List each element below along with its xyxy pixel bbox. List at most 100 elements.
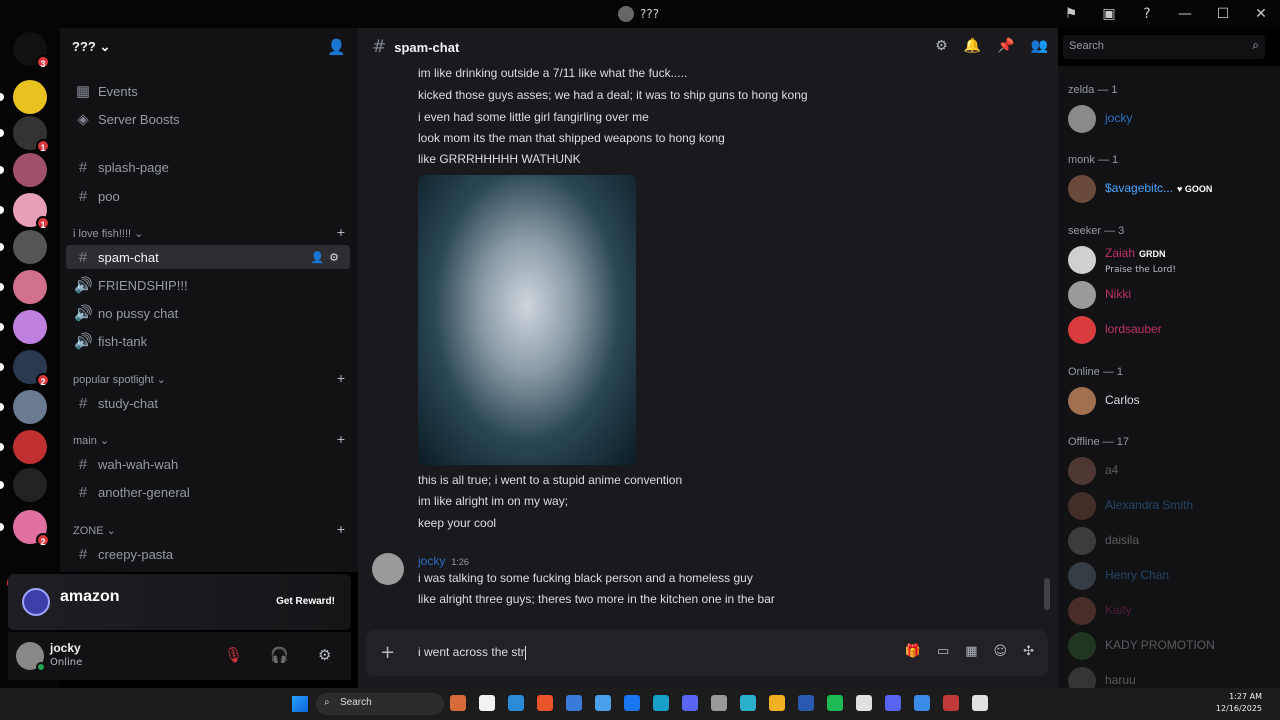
gif-icon[interactable]: ▭ <box>937 644 949 659</box>
add-channel-icon[interactable]: + <box>337 521 345 537</box>
channel-item[interactable]: # splash-page <box>66 155 350 179</box>
taskbar-app-icon[interactable] <box>740 695 756 711</box>
member-item[interactable]: Nikki <box>1068 279 1268 311</box>
maximize-button[interactable]: ☐ <box>1204 6 1242 22</box>
minimize-button[interactable]: — <box>1166 6 1204 22</box>
taskbar-app-icon[interactable] <box>914 695 930 711</box>
member-item[interactable]: Henry Chan <box>1068 560 1268 592</box>
taskbar-app-icon[interactable] <box>827 695 843 711</box>
threads-icon[interactable]: ⚙ <box>935 38 948 54</box>
member-item[interactable]: lordsauber <box>1068 314 1268 346</box>
category-header[interactable]: ZONE ⌄ + <box>73 521 345 537</box>
taskbar-app-icon[interactable] <box>653 695 669 711</box>
channel-item[interactable]: # wah-wah-wah <box>66 452 350 476</box>
taskbar-app-icon[interactable] <box>769 695 785 711</box>
gift-icon[interactable]: 🎁 <box>905 644 921 659</box>
taskbar-app-icon[interactable] <box>682 695 698 711</box>
avatar[interactable] <box>372 553 404 585</box>
apps-icon[interactable]: ✣ <box>1023 644 1034 659</box>
member-item[interactable]: $avagebitc... ♥ GOON <box>1068 173 1268 205</box>
channel-settings-icon[interactable]: 👤⚙ <box>310 251 344 264</box>
member-item[interactable]: Carlos <box>1068 385 1268 417</box>
channel-item[interactable]: ◈ Server Boosts <box>66 107 350 131</box>
message-input[interactable]: i went across the str <box>418 645 526 660</box>
taskbar-app-icon[interactable] <box>972 695 988 711</box>
deafen-icon[interactable]: 🎧 <box>270 646 289 664</box>
channel-item[interactable]: ▦ Events <box>66 79 350 103</box>
taskbar-app-icon[interactable] <box>566 695 582 711</box>
scrollbar[interactable] <box>1044 578 1050 610</box>
taskbar-app-icon[interactable] <box>508 695 524 711</box>
category-header[interactable]: popular spotlight ⌄ + <box>73 370 345 386</box>
taskbar-app-icon[interactable] <box>856 695 872 711</box>
member-item[interactable]: daisila <box>1068 525 1268 557</box>
start-icon[interactable] <box>292 696 308 712</box>
category-header[interactable]: i love fish!!!! ⌄ + <box>73 224 345 240</box>
notification-bell-icon[interactable]: 🔔 <box>964 38 981 54</box>
add-channel-icon[interactable]: + <box>337 370 345 386</box>
server-icon[interactable] <box>13 80 47 114</box>
screen-share-icon[interactable]: ▣ <box>1090 6 1128 22</box>
taskbar-app-icon[interactable] <box>595 695 611 711</box>
server-icon[interactable]: 1 <box>13 193 50 230</box>
message-author[interactable]: jocky 1:26 <box>418 554 469 568</box>
search-input[interactable]: Search ⌕ <box>1063 35 1265 59</box>
taskbar-app-icon[interactable] <box>711 695 727 711</box>
unread-badge: 2 <box>36 373 50 387</box>
server-icon[interactable] <box>13 270 47 304</box>
invite-icon[interactable]: 👤 <box>327 38 346 56</box>
channel-item[interactable]: 🔊 FRIENDSHIP!!! <box>66 273 350 297</box>
member-list-icon[interactable]: 👥 <box>1031 38 1048 54</box>
sticker-icon[interactable]: ▦ <box>965 644 977 659</box>
unread-pill <box>0 323 4 331</box>
add-channel-icon[interactable]: + <box>337 224 345 240</box>
server-icon[interactable] <box>13 390 47 424</box>
taskbar-app-icon[interactable] <box>537 695 553 711</box>
server-icon[interactable]: 3 <box>13 32 50 69</box>
server-icon[interactable]: 2 <box>13 510 50 547</box>
member-item[interactable]: Alexandra Smith <box>1068 490 1268 522</box>
pin-icon[interactable]: 📌 <box>997 38 1014 54</box>
taskbar-app-icon[interactable] <box>479 695 495 711</box>
server-icon[interactable] <box>13 230 47 264</box>
server-icon[interactable] <box>13 430 47 464</box>
member-item[interactable]: jocky <box>1068 103 1268 135</box>
taskbar-app-icon[interactable] <box>624 695 640 711</box>
close-button[interactable]: ✕ <box>1242 6 1280 22</box>
server-icon[interactable]: 1 <box>13 116 50 153</box>
server-icon[interactable] <box>13 468 47 502</box>
channel-item[interactable]: # another-general <box>66 480 350 504</box>
taskbar-search[interactable]: ⌕ Search <box>316 693 444 715</box>
server-icon[interactable] <box>13 153 47 187</box>
member-item[interactable]: Kaity <box>1068 595 1268 627</box>
add-channel-icon[interactable]: + <box>337 431 345 447</box>
taskbar-clock[interactable]: 1:27 AM 12/16/2025 <box>1216 691 1262 715</box>
message-image[interactable] <box>418 175 636 465</box>
server-header[interactable]: ??? ⌄ 👤 <box>60 28 358 66</box>
channel-item[interactable]: 🔊 fish-tank <box>66 329 350 353</box>
settings-gear-icon[interactable]: ⚙ <box>318 646 331 664</box>
member-item[interactable]: KADY PROMOTION <box>1068 630 1268 662</box>
emoji-icon[interactable]: ☺ <box>994 644 1008 659</box>
message-composer[interactable]: + i went across the str 🎁 ▭ ▦ ☺ ✣ <box>366 630 1048 676</box>
channel-item[interactable]: # study-chat <box>66 391 350 415</box>
channel-item[interactable]: 🔊 no pussy chat <box>66 301 350 325</box>
attach-plus-icon[interactable]: + <box>380 642 395 663</box>
help-icon[interactable]: ? <box>1128 6 1166 22</box>
taskbar-app-icon[interactable] <box>943 695 959 711</box>
get-reward-button[interactable]: Get Reward! <box>276 596 335 607</box>
taskbar-app-icon[interactable] <box>450 695 466 711</box>
channel-item[interactable]: # poo <box>66 184 350 208</box>
taskbar-app-icon[interactable] <box>798 695 814 711</box>
category-header[interactable]: main ⌄ + <box>73 431 345 447</box>
promo-banner[interactable]: amazon Get Reward! <box>8 574 351 630</box>
member-item[interactable]: a4 <box>1068 455 1268 487</box>
mute-mic-icon[interactable]: 🎙 <box>224 646 243 664</box>
member-item[interactable]: Zaiah GRDN Praise the Lord! <box>1068 244 1268 276</box>
taskbar-app-icon[interactable] <box>885 695 901 711</box>
inbox-icon[interactable]: ⚑ <box>1052 6 1090 22</box>
server-icon[interactable]: 2 <box>13 350 50 387</box>
server-icon[interactable] <box>13 310 47 344</box>
channel-item[interactable]: # creepy-pasta <box>66 542 350 566</box>
channel-item[interactable]: # spam-chat 👤⚙ <box>66 245 350 269</box>
